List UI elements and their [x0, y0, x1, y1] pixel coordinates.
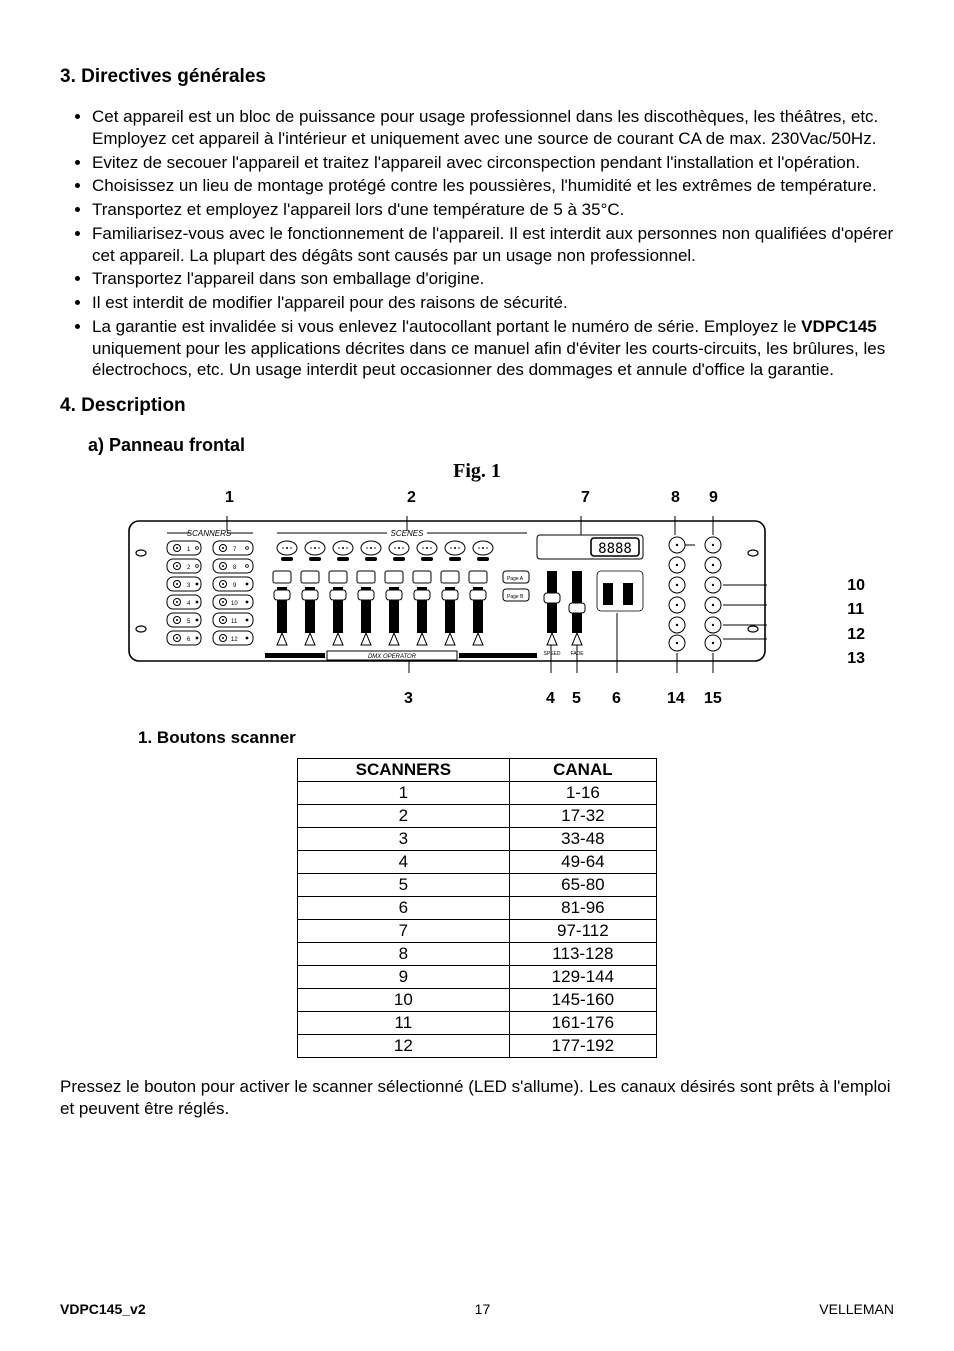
- table-row: 12177-192: [298, 1035, 657, 1058]
- svg-text:Page B: Page B: [507, 594, 524, 600]
- section-3-num: 3.: [60, 66, 76, 87]
- section-4-num: 4.: [60, 395, 76, 416]
- svg-text:7: 7: [233, 547, 237, 553]
- figure-caption: Fig. 1: [60, 460, 894, 483]
- sub-1-title: Boutons scanner: [157, 728, 296, 747]
- callout-8: 8: [671, 489, 680, 507]
- sub-1-num: 1.: [138, 728, 152, 747]
- callout-15: 15: [704, 690, 722, 708]
- warranty-pre: La garantie est invalidée si vous enleve…: [92, 317, 801, 336]
- table-row: 565-80: [298, 874, 657, 897]
- callout-7: 7: [581, 489, 590, 507]
- scene-buttons: [277, 541, 493, 561]
- table-row: 8113-128: [298, 943, 657, 966]
- svg-text:6: 6: [187, 637, 191, 643]
- bank-buttons: [597, 571, 643, 611]
- figure-1: 1 2 7 8 9 SCANNERS: [127, 489, 827, 714]
- operator-label: DMX OPERATOR: [368, 654, 417, 660]
- footer-right: VELLEMAN: [819, 1301, 894, 1317]
- bullet-item: Transportez l'appareil dans son emballag…: [92, 268, 894, 290]
- faders: [273, 571, 487, 645]
- display-value: 8888: [598, 541, 632, 557]
- bullet-item: Transportez et employez l'appareil lors …: [92, 199, 894, 221]
- table-row: 9129-144: [298, 966, 657, 989]
- callout-9: 9: [709, 489, 718, 507]
- post-table-paragraph: Pressez le bouton pour activer le scanne…: [60, 1076, 894, 1120]
- svg-text:11: 11: [231, 619, 238, 625]
- section-3-bullets: Cet appareil est un bloc de puissance po…: [60, 106, 894, 381]
- footer-left: VDPC145_v2: [60, 1301, 146, 1317]
- table-row: 10145-160: [298, 989, 657, 1012]
- svg-text:5: 5: [187, 619, 191, 625]
- warranty-post: uniquement pour les applications décrite…: [92, 339, 885, 380]
- svg-text:1: 1: [187, 547, 191, 553]
- table-row: 11-16: [298, 782, 657, 805]
- page: 3. Directives générales Cet appareil est…: [0, 0, 954, 1351]
- svg-text:3: 3: [187, 583, 191, 589]
- scanners-label: SCANNERS: [187, 529, 232, 538]
- svg-text:10: 10: [231, 601, 238, 607]
- footer-center: 17: [475, 1301, 491, 1317]
- th-canal: CANAL: [509, 759, 656, 782]
- callout-6: 6: [612, 690, 621, 708]
- section-4-heading: 4. Description: [60, 395, 894, 417]
- right-buttons-col-1: [669, 537, 695, 651]
- section-4a-heading: a) Panneau frontal: [88, 435, 894, 456]
- callout-lines-right: [723, 585, 767, 639]
- page-switch: Page A Page B: [503, 571, 529, 601]
- display-panel: 8888: [537, 535, 643, 559]
- bullet-item: Evitez de secouer l'appareil et traitez …: [92, 152, 894, 174]
- callout-14: 14: [667, 690, 685, 708]
- figure-top-callouts: 1 2 7 8 9: [127, 489, 827, 513]
- svg-text:8: 8: [233, 565, 237, 571]
- table-row: 333-48: [298, 828, 657, 851]
- th-scanners: SCANNERS: [298, 759, 510, 782]
- figure-bottom-callouts: 3 4 5 6 14 15: [127, 690, 827, 714]
- sub-1-heading: 1. Boutons scanner: [138, 728, 894, 748]
- svg-text:2: 2: [187, 565, 191, 571]
- section-3-title: Directives générales: [81, 66, 266, 87]
- callout-5: 5: [572, 690, 581, 708]
- bullet-item: Familiarisez-vous avec le fonctionnement…: [92, 223, 894, 267]
- table-row: 681-96: [298, 897, 657, 920]
- callout-12: 12: [847, 624, 865, 646]
- front-panel-svg: SCANNERS 1 2 3 4 5 6 7: [127, 513, 767, 673]
- section-3-heading: 3. Directives générales: [60, 66, 894, 88]
- table-row: 797-112: [298, 920, 657, 943]
- scanners-table: SCANNERS CANAL 11-16 217-32 333-48 449-6…: [297, 758, 657, 1058]
- svg-text:12: 12: [231, 637, 238, 643]
- speed-fade-faders: SPEED FADE: [544, 571, 585, 657]
- callout-1: 1: [225, 489, 234, 507]
- svg-text:SPEED: SPEED: [544, 651, 561, 657]
- panel-svg-wrap: SCANNERS 1 2 3 4 5 6 7: [127, 513, 827, 678]
- scanner-buttons: 1 2 3 4 5 6 7 8 9 10 11 12: [167, 541, 253, 645]
- table-row: 217-32: [298, 805, 657, 828]
- section-4-title: Description: [81, 395, 186, 416]
- page-footer: VDPC145_v2 17 VELLEMAN: [60, 1301, 894, 1317]
- warranty-model: VDPC145: [801, 317, 877, 336]
- callout-4: 4: [546, 690, 555, 708]
- bullet-item: Il est interdit de modifier l'appareil p…: [92, 292, 894, 314]
- callout-13: 13: [847, 648, 865, 670]
- svg-text:Page A: Page A: [507, 576, 524, 582]
- bullet-item-warranty: La garantie est invalidée si vous enleve…: [92, 316, 894, 381]
- right-buttons-col-2: [705, 537, 721, 651]
- svg-text:4: 4: [187, 601, 191, 607]
- table-row: 449-64: [298, 851, 657, 874]
- figure-side-callouts: 10 11 12 13: [847, 549, 865, 673]
- table-row: 11161-176: [298, 1012, 657, 1035]
- callout-10: 10: [847, 575, 865, 597]
- svg-text:9: 9: [233, 583, 237, 589]
- callout-3: 3: [404, 690, 413, 708]
- callout-11: 11: [847, 599, 865, 621]
- bullet-item: Choisissez un lieu de montage protégé co…: [92, 175, 894, 197]
- callout-2: 2: [407, 489, 416, 507]
- bullet-item: Cet appareil est un bloc de puissance po…: [92, 106, 894, 150]
- scanners-tbody: 11-16 217-32 333-48 449-64 565-80 681-96…: [298, 782, 657, 1058]
- callout-lines-top: [227, 516, 713, 535]
